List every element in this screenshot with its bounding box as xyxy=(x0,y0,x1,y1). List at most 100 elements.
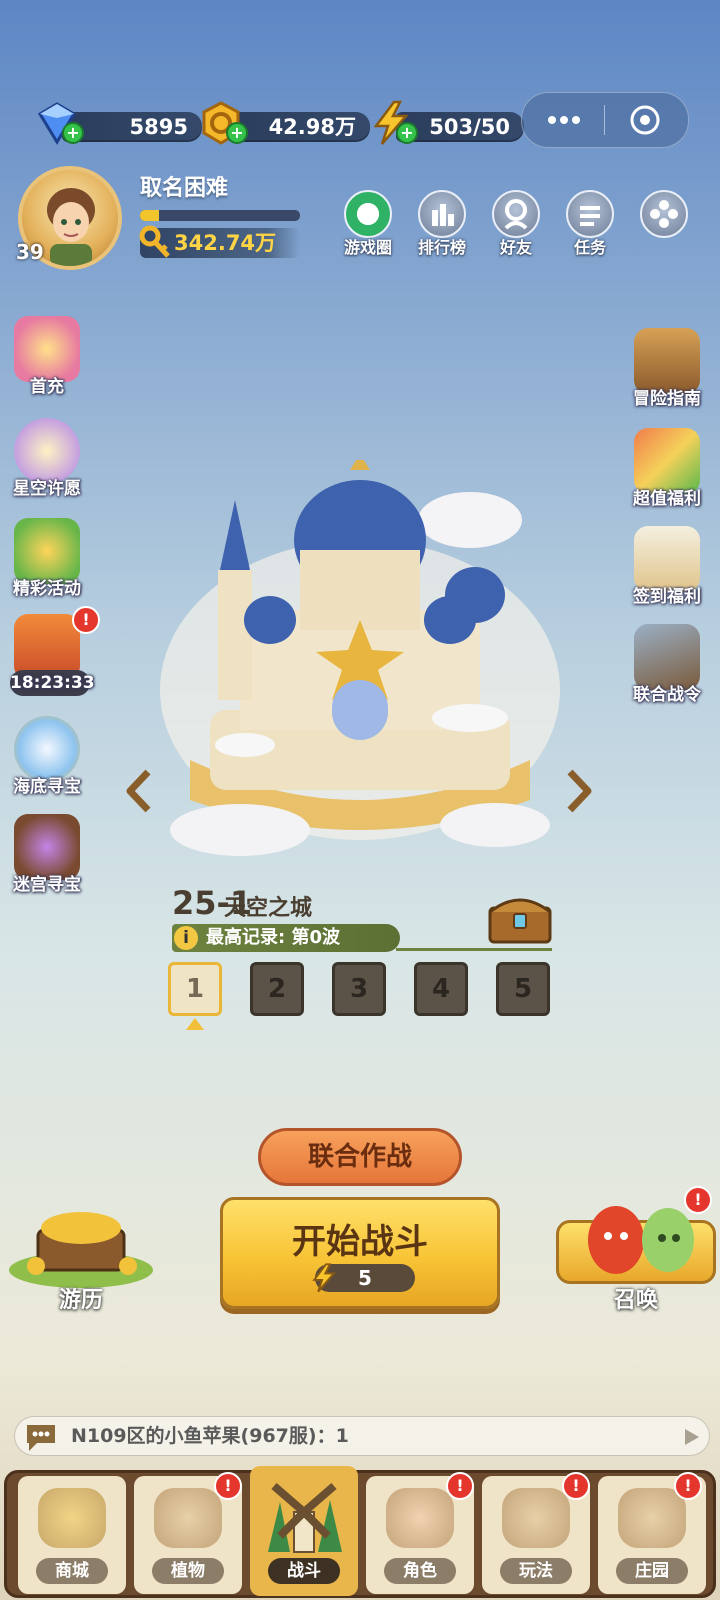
featured-activity-event[interactable]: 精彩活动 xyxy=(4,518,90,599)
tab-label-gameplay: 玩法 xyxy=(500,1558,572,1584)
selected-marker-icon xyxy=(186,1018,204,1030)
add-energy-icon[interactable]: + xyxy=(396,122,418,144)
event-label-sign-in: 签到福利 xyxy=(633,587,701,607)
gems-value: 5895 xyxy=(129,115,188,139)
treasure-chest-icon[interactable] xyxy=(486,892,554,946)
friends-icon[interactable] xyxy=(492,190,540,238)
event-label-guide: 冒险指南 xyxy=(633,389,701,409)
miniprogram-capsule xyxy=(521,92,689,148)
plants-badge: ! xyxy=(214,1472,242,1500)
manor-icon xyxy=(618,1488,686,1548)
star-wish-event[interactable]: 星空许愿 xyxy=(4,418,90,499)
seabed-treasure-event[interactable]: 海底寻宝 xyxy=(4,716,90,797)
sky-castle-illustration xyxy=(160,460,560,856)
level-button-4[interactable]: 4 xyxy=(414,962,468,1016)
coop-battle-button[interactable]: 联合作战 xyxy=(258,1128,462,1186)
event-label-maze: 迷宫寻宝 xyxy=(13,875,81,895)
shop-icon xyxy=(38,1488,106,1548)
info-icon: i xyxy=(174,926,198,950)
level-button-3[interactable]: 3 xyxy=(332,962,386,1016)
level-button-1[interactable]: 1 xyxy=(168,962,222,1016)
chat-message: N109区的小鱼苹果(967服)：1 xyxy=(71,1425,349,1447)
energy-cost-value: 5 xyxy=(358,1266,372,1290)
event-label-activity: 精彩活动 xyxy=(13,579,81,599)
key-icon xyxy=(139,225,170,258)
player-name[interactable]: 取名困难 xyxy=(140,170,228,202)
summon-badge: ! xyxy=(684,1186,712,1214)
tab-characters[interactable]: 角色 ! xyxy=(366,1472,474,1594)
tab-manor[interactable]: 庄园 ! xyxy=(598,1472,706,1594)
chat-bubble-icon xyxy=(27,1425,55,1451)
best-record: 最高记录: 第0波 xyxy=(206,927,340,948)
first-recharge-event[interactable]: 首充 xyxy=(4,316,90,397)
nav-label-tasks: 任务 xyxy=(573,238,606,257)
add-coins-icon[interactable]: + xyxy=(226,122,248,144)
level-button-5[interactable]: 5 xyxy=(496,962,550,1016)
xp-bar xyxy=(140,210,300,221)
world-chat-bar[interactable]: N109区的小鱼苹果(967服)：1 xyxy=(14,1416,710,1456)
tab-label-manor: 庄园 xyxy=(616,1558,688,1584)
coins-value: 42.98万 xyxy=(268,115,356,139)
nav-label-leaderboard: 排行榜 xyxy=(417,238,466,257)
event-label-joint-pass: 联合战令 xyxy=(633,685,701,705)
characters-icon xyxy=(386,1488,454,1548)
level-button-2[interactable]: 2 xyxy=(250,962,304,1016)
windmill-icon xyxy=(268,1482,342,1553)
travel-button[interactable]: 游历 xyxy=(6,1200,156,1313)
energy-value: 503/50 xyxy=(429,115,510,139)
cost-lightning-icon xyxy=(312,1263,336,1293)
sign-in-event[interactable]: 签到福利 xyxy=(624,526,710,607)
stage-name: 天空之城 xyxy=(224,896,313,921)
tab-shop[interactable]: 商城 xyxy=(18,1476,126,1594)
plants-icon xyxy=(154,1488,222,1548)
menu-icon[interactable] xyxy=(640,190,688,238)
more-icon[interactable] xyxy=(544,107,584,133)
tab-label-plants: 植物 xyxy=(152,1558,224,1584)
adventure-guide-event[interactable]: 冒险指南 xyxy=(624,328,710,409)
treasure-pile-icon xyxy=(9,1212,153,1288)
value-welfare-event[interactable]: 超值福利 xyxy=(624,428,710,509)
event-label-star-wish: 星空许愿 xyxy=(13,479,81,499)
nav-label-friends: 好友 xyxy=(499,238,532,257)
close-target-icon[interactable] xyxy=(628,103,662,137)
coins-counter[interactable]: 42.98万 xyxy=(228,112,370,142)
next-stage-arrow-icon[interactable] xyxy=(564,768,594,814)
travel-label: 游历 xyxy=(58,1288,103,1313)
add-gems-icon[interactable]: + xyxy=(62,122,84,144)
maze-treasure-event[interactable]: 迷宫寻宝 xyxy=(4,814,90,895)
game-circle-icon[interactable] xyxy=(344,190,392,238)
tab-label-characters: 角色 xyxy=(384,1558,456,1584)
notification-badge: ! xyxy=(72,606,100,634)
prev-stage-arrow-icon[interactable] xyxy=(124,768,154,814)
hero-portrait-icon xyxy=(47,188,95,266)
event-label-seabed: 海底寻宝 xyxy=(13,777,81,797)
start-battle-button[interactable]: 开始战斗 5 xyxy=(220,1197,500,1309)
manor-badge: ! xyxy=(674,1472,702,1500)
record-bar: i 最高记录: 第0波 xyxy=(172,924,400,952)
xp-bar-fill xyxy=(140,210,160,221)
summon-button[interactable]: ! 召唤 xyxy=(556,1186,716,1313)
gameplay-icon xyxy=(502,1488,570,1548)
progress-track xyxy=(396,948,552,951)
tasks-icon[interactable] xyxy=(566,190,614,238)
event-label-first-recharge: 首充 xyxy=(30,377,64,397)
level-badge: 39 xyxy=(16,240,44,264)
capsule-divider xyxy=(604,105,605,135)
timed-gift-event[interactable]: 18:23:33 ! xyxy=(4,606,100,696)
countdown-timer: 18:23:33 xyxy=(10,670,95,696)
nav-label-game-circle: 游戏圈 xyxy=(343,238,392,257)
characters-badge: ! xyxy=(446,1472,474,1500)
tab-label-battle: 战斗 xyxy=(268,1558,340,1584)
chat-expand-icon[interactable] xyxy=(685,1429,699,1445)
gameplay-badge: ! xyxy=(562,1472,590,1500)
tab-battle[interactable]: 战斗 xyxy=(250,1466,358,1596)
start-battle-label: 开始战斗 xyxy=(292,1222,428,1262)
summon-label: 召唤 xyxy=(613,1288,658,1313)
joint-pass-event[interactable]: 联合战令 xyxy=(624,624,710,705)
tab-gameplay[interactable]: 玩法 ! xyxy=(482,1472,590,1594)
leaderboard-icon[interactable] xyxy=(418,190,466,238)
gold-value: 342.74万 xyxy=(174,231,277,255)
event-label-welfare: 超值福利 xyxy=(633,489,701,509)
tab-plants[interactable]: 植物 ! xyxy=(134,1472,242,1594)
tab-label-shop: 商城 xyxy=(36,1558,108,1584)
